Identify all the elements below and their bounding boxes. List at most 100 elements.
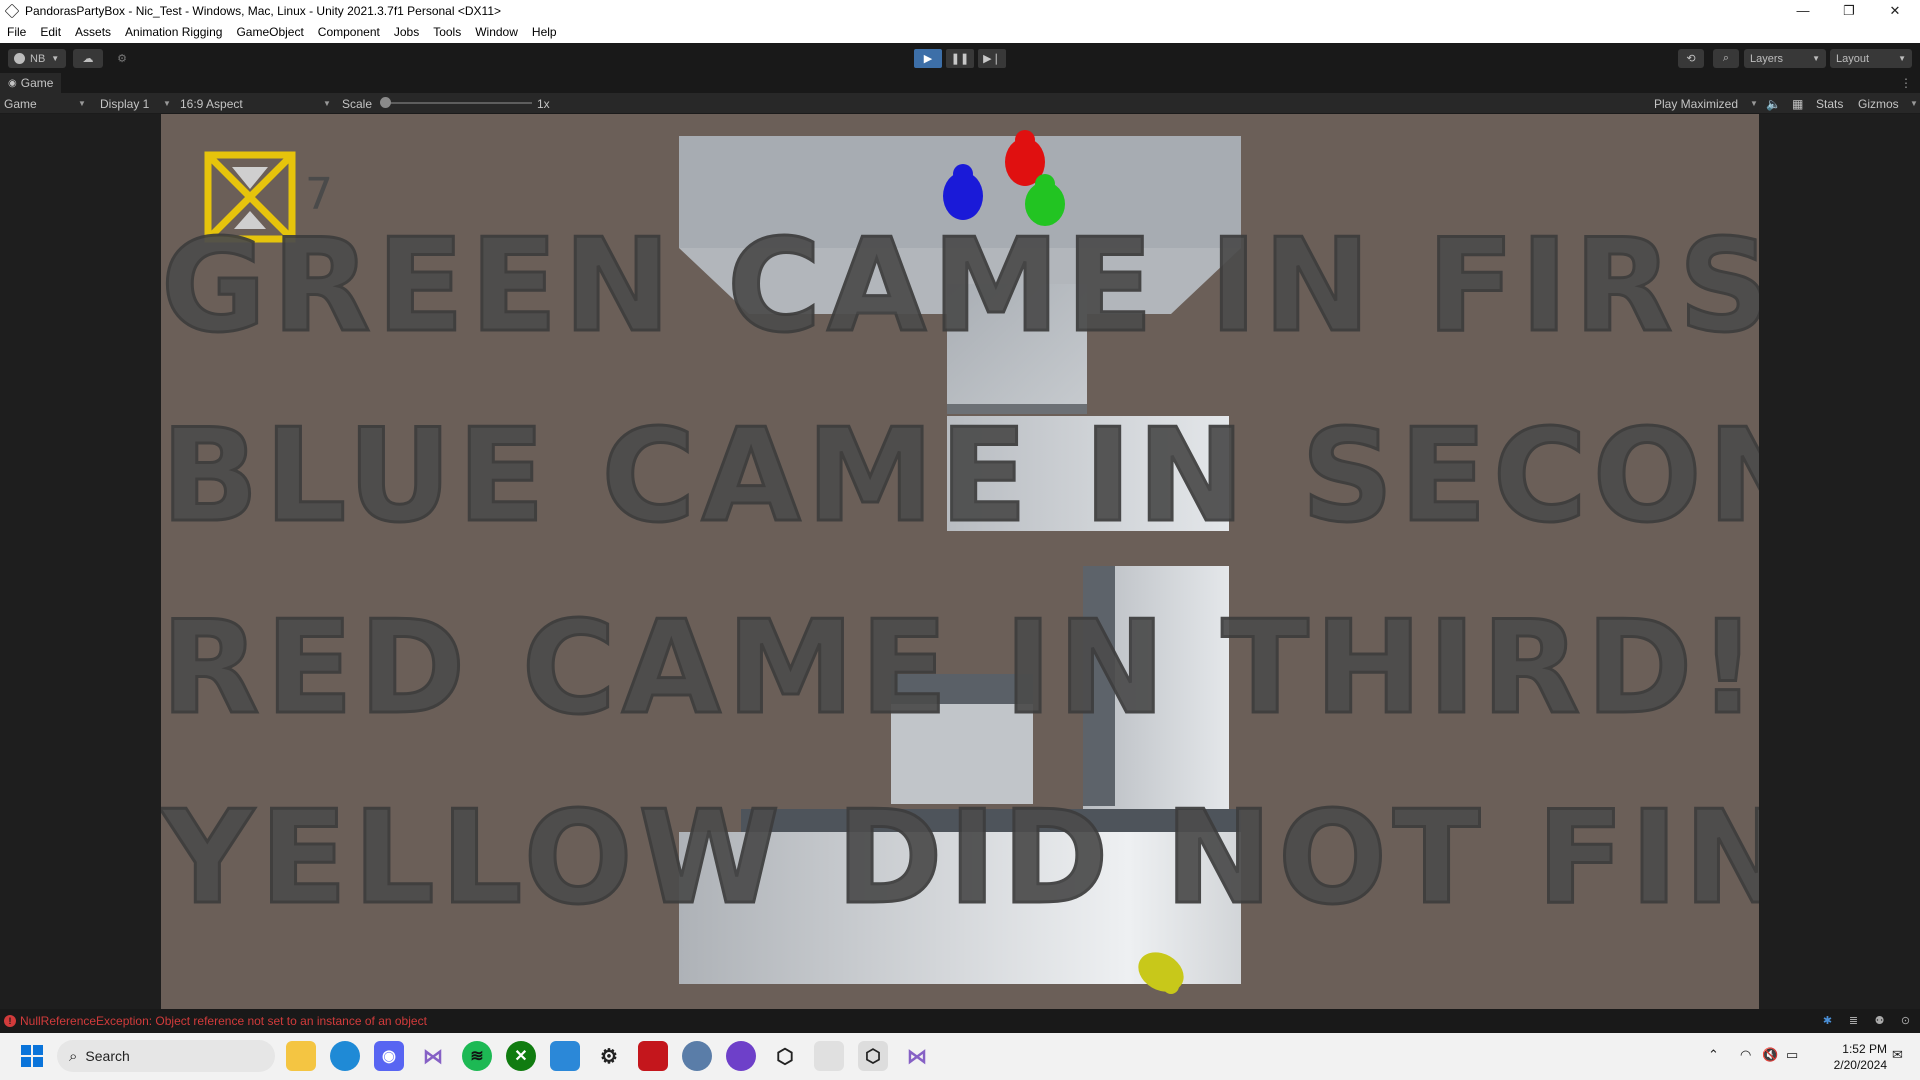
- view-mode-dropdown[interactable]: Game ▼: [4, 93, 88, 114]
- search-icon: ⌕: [69, 1047, 78, 1065]
- taskbar-clock[interactable]: 1:52 PM 2/20/2024: [1815, 1041, 1887, 1073]
- chevron-down-icon: ▼: [1898, 54, 1906, 63]
- wifi-icon[interactable]: ◠: [1740, 1047, 1751, 1063]
- grid-icon: ▦: [1792, 96, 1804, 111]
- menu-help[interactable]: Help: [532, 25, 557, 39]
- menu-window[interactable]: Window: [475, 25, 518, 39]
- stats-button[interactable]: Stats: [1816, 93, 1843, 114]
- account-dropdown[interactable]: NB ▼: [8, 49, 66, 68]
- settings-app-icon[interactable]: [682, 1041, 712, 1071]
- menu-jobs[interactable]: Jobs: [394, 25, 419, 39]
- main-toolbar: NB ▼ ☁ ⚙ ▶ ❚❚ ▶❘ ⟲ ⌕ Layers ▼ Layout ▼: [0, 43, 1920, 73]
- gamepad-icon: ◉: [8, 77, 17, 89]
- layers-dropdown[interactable]: Layers ▼: [1744, 49, 1826, 68]
- more-options-icon[interactable]: ⋮: [1900, 76, 1912, 90]
- discord-icon[interactable]: ◉: [374, 1041, 404, 1071]
- result-first: GREEN CAME IN FIRST!: [161, 211, 1759, 363]
- microsoft-store-icon[interactable]: [550, 1041, 580, 1071]
- mute-audio-button[interactable]: 🔈: [1766, 93, 1781, 114]
- window-title: PandorasPartyBox - Nic_Test - Windows, M…: [25, 3, 501, 18]
- view-mode-label: Game: [4, 96, 37, 111]
- unity-editor-icon[interactable]: ⬡: [858, 1041, 888, 1071]
- file-explorer-icon[interactable]: [286, 1041, 316, 1071]
- maximize-button[interactable]: ❐: [1826, 0, 1872, 21]
- console-status-bar[interactable]: ! NullReferenceException: Object referen…: [0, 1009, 1920, 1033]
- collab-button[interactable]: ⚙: [110, 49, 134, 68]
- collapse-icon[interactable]: ⊙: [1898, 1013, 1913, 1028]
- spotify-icon[interactable]: ≋: [462, 1041, 492, 1071]
- search-button[interactable]: ⌕: [1713, 49, 1739, 68]
- debug-icon[interactable]: ⚉: [1872, 1013, 1887, 1028]
- clock-time: 1:52 PM: [1842, 1042, 1887, 1056]
- xbox-icon[interactable]: ✕: [506, 1041, 536, 1071]
- menu-file[interactable]: File: [7, 25, 26, 39]
- history-icon: ⟲: [1686, 53, 1696, 65]
- game-view-toolbar: Game ▼ Display 1 ▼ 16:9 Aspect ▼ Scale 1…: [0, 93, 1920, 114]
- grid-toggle-button[interactable]: ▦: [1792, 93, 1803, 114]
- visual-studio-icon[interactable]: ⋈: [418, 1041, 448, 1071]
- minimize-button[interactable]: —: [1780, 0, 1826, 21]
- aspect-dropdown[interactable]: 16:9 Aspect ▼: [180, 93, 334, 114]
- play-mode-label: Play Maximized: [1654, 96, 1739, 111]
- github-desktop-icon[interactable]: [726, 1041, 756, 1071]
- menu-animation-rigging[interactable]: Animation Rigging: [125, 25, 222, 39]
- search-icon: ⌕: [1722, 52, 1730, 64]
- account-icon: [14, 53, 25, 64]
- play-mode-dropdown[interactable]: Play Maximized ▼: [1654, 93, 1758, 114]
- chevron-down-icon: ▼: [1910, 99, 1918, 108]
- tab-game[interactable]: ◉ Game: [0, 73, 62, 93]
- menu-assets[interactable]: Assets: [75, 25, 111, 39]
- menu-gameobject[interactable]: GameObject: [236, 25, 303, 39]
- chevron-down-icon: ▼: [1812, 54, 1820, 63]
- chevron-down-icon: ▼: [323, 99, 331, 108]
- edge-browser-icon[interactable]: [330, 1041, 360, 1071]
- tab-game-label: Game: [20, 76, 54, 90]
- menu-component[interactable]: Component: [318, 25, 380, 39]
- volume-muted-icon[interactable]: 🔇: [1762, 1047, 1778, 1063]
- menu-edit[interactable]: Edit: [40, 25, 61, 39]
- unity-hub-icon[interactable]: ⬡: [770, 1041, 800, 1071]
- history-button[interactable]: ⟲: [1678, 49, 1704, 68]
- game-view[interactable]: 7 GREEN CAME IN FIRST! BLUE CAME IN SECO…: [161, 114, 1759, 1009]
- step-icon: ▶❘: [983, 53, 1001, 65]
- gear-icon: ⚙: [117, 53, 127, 65]
- chevron-down-icon: ▼: [51, 54, 60, 63]
- console-error-message: NullReferenceException: Object reference…: [20, 1014, 427, 1028]
- scale-value: 1x: [537, 96, 550, 111]
- windows-start-icon[interactable]: [17, 1041, 47, 1071]
- result-fourth: YELLOW DID NOT FINISH...: [161, 783, 1759, 935]
- scale-slider-track[interactable]: [384, 102, 532, 104]
- result-second: BLUE CAME IN SECOND!: [161, 401, 1759, 553]
- taskbar-search-box[interactable]: ⌕ Search: [57, 1040, 275, 1072]
- cloud-icon: ☁: [82, 53, 94, 65]
- gizmos-dropdown[interactable]: Gizmos ▼: [1858, 93, 1920, 114]
- steam-icon[interactable]: ⚙: [594, 1041, 624, 1071]
- scale-slider-handle[interactable]: [380, 97, 391, 108]
- windows-taskbar: ⌕ Search ◉ ⋈ ≋ ✕ ⚙ ⬡ ⬡ ⋈ ⌃ ◠ 🔇 ▭ 1:52 PM…: [0, 1033, 1920, 1080]
- close-button[interactable]: ✕: [1872, 0, 1918, 21]
- layout-label: Layout: [1836, 52, 1870, 65]
- visual-studio-2-icon[interactable]: ⋈: [902, 1041, 932, 1071]
- play-button[interactable]: ▶: [914, 49, 942, 68]
- snipping-tool-icon[interactable]: [814, 1041, 844, 1071]
- step-button[interactable]: ▶❘: [978, 49, 1006, 68]
- menu-tools[interactable]: Tools: [433, 25, 461, 39]
- display-dropdown[interactable]: Display 1 ▼: [100, 93, 172, 114]
- cloud-button[interactable]: ☁: [73, 49, 103, 68]
- notification-icon[interactable]: ✉: [1892, 1047, 1903, 1063]
- chevron-down-icon: ▼: [163, 99, 171, 108]
- console-error[interactable]: ! NullReferenceException: Object referen…: [4, 1014, 427, 1028]
- scale-label: Scale: [342, 96, 373, 111]
- layers-label: Layers: [1750, 52, 1784, 65]
- battery-icon[interactable]: ▭: [1786, 1047, 1798, 1063]
- window-titlebar: PandorasPartyBox - Nic_Test - Windows, M…: [0, 0, 1920, 21]
- display-label: Display 1: [100, 96, 150, 111]
- chevron-up-icon[interactable]: ⌃: [1708, 1047, 1719, 1063]
- menu-bar: File Edit Assets Animation Rigging GameO…: [0, 21, 1920, 43]
- game-launcher-icon[interactable]: [638, 1041, 668, 1071]
- error-icon: !: [4, 1015, 16, 1027]
- pause-button[interactable]: ❚❚: [946, 49, 974, 68]
- layout-dropdown[interactable]: Layout ▼: [1830, 49, 1912, 68]
- stack-icon[interactable]: ≣: [1846, 1013, 1861, 1028]
- auto-refresh-icon[interactable]: ✱: [1820, 1013, 1835, 1028]
